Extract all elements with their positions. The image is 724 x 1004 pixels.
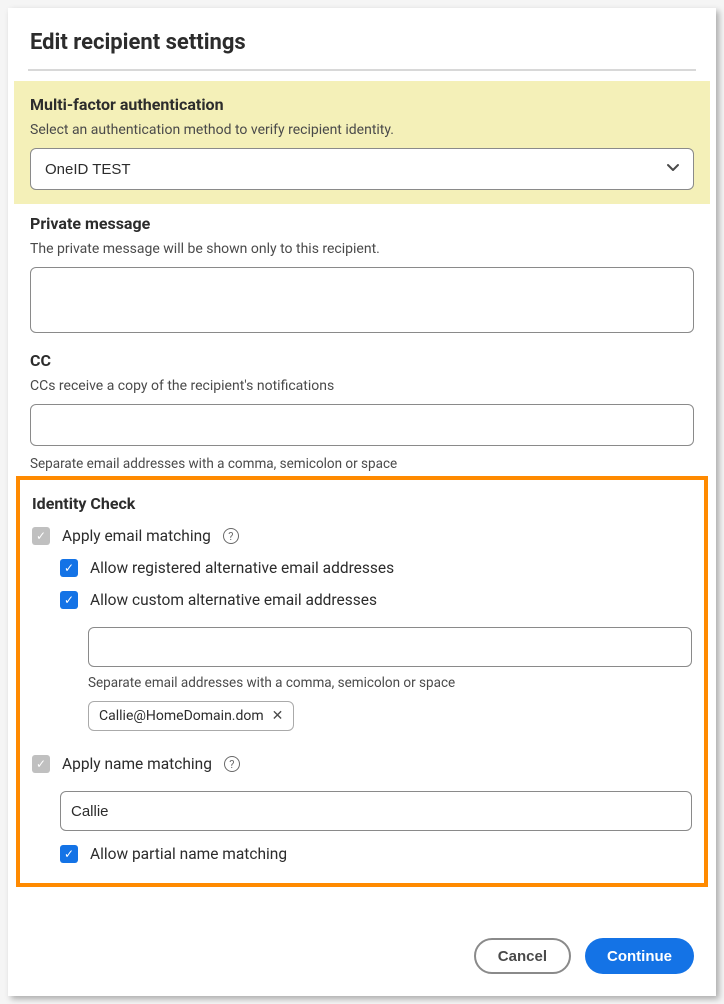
private-message-title: Private message bbox=[30, 214, 694, 233]
allow-registered-checkbox[interactable]: ✓ bbox=[60, 559, 78, 577]
private-message-input[interactable] bbox=[30, 267, 694, 333]
allow-custom-row: ✓ Allow custom alternative email address… bbox=[60, 591, 692, 609]
continue-button[interactable]: Continue bbox=[585, 938, 694, 974]
mfa-select[interactable]: OneID TEST bbox=[30, 148, 694, 190]
mfa-title: Multi-factor authentication bbox=[30, 95, 694, 114]
allow-registered-label: Allow registered alternative email addre… bbox=[90, 559, 394, 577]
allow-partial-label: Allow partial name matching bbox=[90, 845, 287, 863]
allow-partial-checkbox[interactable]: ✓ bbox=[60, 845, 78, 863]
info-icon[interactable]: ? bbox=[224, 756, 240, 772]
cc-title: CC bbox=[30, 351, 694, 370]
cc-desc: CCs receive a copy of the recipient's no… bbox=[30, 378, 694, 394]
cc-section: CC CCs receive a copy of the recipient's… bbox=[8, 341, 716, 450]
apply-email-matching-checkbox[interactable]: ✓ bbox=[32, 527, 50, 545]
apply-email-matching-row: ✓ Apply email matching ? bbox=[32, 527, 692, 545]
identity-title: Identity Check bbox=[32, 494, 692, 513]
check-icon: ✓ bbox=[64, 562, 74, 574]
apply-email-matching-label: Apply email matching bbox=[62, 527, 211, 545]
allow-custom-checkbox[interactable]: ✓ bbox=[60, 591, 78, 609]
info-icon[interactable]: ? bbox=[223, 528, 239, 544]
footer: Cancel Continue bbox=[474, 938, 694, 974]
apply-name-matching-row: ✓ Apply name matching ? bbox=[32, 755, 692, 773]
apply-name-matching-checkbox[interactable]: ✓ bbox=[32, 755, 50, 773]
custom-alt-helper: Separate email addresses with a comma, s… bbox=[88, 675, 692, 691]
mfa-select-value: OneID TEST bbox=[45, 161, 131, 178]
allow-custom-label: Allow custom alternative email addresses bbox=[90, 591, 377, 609]
check-icon: ✓ bbox=[36, 530, 46, 542]
name-matching-input[interactable] bbox=[60, 791, 692, 831]
identity-check-section: Identity Check ✓ Apply email matching ? … bbox=[16, 476, 708, 887]
page-title: Edit recipient settings bbox=[8, 8, 716, 65]
email-chip-label: Callie@HomeDomain.dom bbox=[99, 708, 264, 724]
check-icon: ✓ bbox=[64, 594, 74, 606]
mfa-desc: Select an authentication method to verif… bbox=[30, 122, 694, 138]
divider bbox=[28, 69, 696, 71]
cc-input[interactable] bbox=[30, 404, 694, 446]
settings-panel: Edit recipient settings Multi-factor aut… bbox=[8, 8, 716, 996]
private-message-section: Private message The private message will… bbox=[8, 204, 716, 341]
mfa-select-wrap: OneID TEST bbox=[30, 148, 694, 190]
allow-registered-row: ✓ Allow registered alternative email add… bbox=[60, 559, 692, 577]
close-icon[interactable]: ✕ bbox=[272, 708, 284, 724]
email-chip: Callie@HomeDomain.dom ✕ bbox=[88, 701, 294, 731]
custom-alt-email-input[interactable] bbox=[88, 627, 692, 667]
apply-name-matching-label: Apply name matching bbox=[62, 755, 212, 773]
cancel-button[interactable]: Cancel bbox=[474, 938, 571, 974]
check-icon: ✓ bbox=[36, 758, 46, 770]
private-message-desc: The private message will be shown only t… bbox=[30, 241, 694, 257]
mfa-section: Multi-factor authentication Select an au… bbox=[14, 81, 710, 204]
check-icon: ✓ bbox=[64, 848, 74, 860]
cc-helper: Separate email addresses with a comma, s… bbox=[30, 456, 694, 472]
allow-partial-row: ✓ Allow partial name matching bbox=[60, 845, 692, 863]
